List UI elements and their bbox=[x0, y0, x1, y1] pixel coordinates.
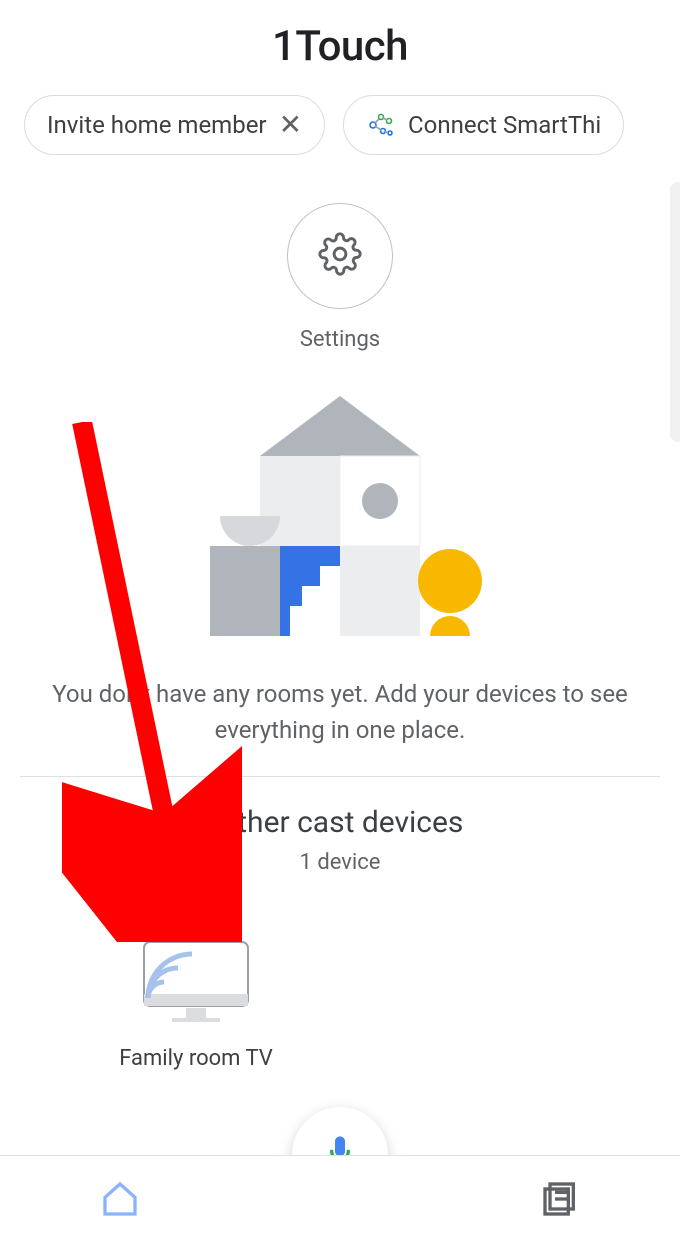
close-icon[interactable]: ✕ bbox=[279, 111, 302, 139]
chip-label: Invite home member bbox=[47, 111, 267, 139]
chip-label: Connect SmartThi bbox=[408, 111, 601, 139]
page-title: 1Touch bbox=[0, 0, 680, 91]
device-name: Family room TV bbox=[96, 1046, 296, 1071]
chip-connect-smartthings[interactable]: Connect SmartThi bbox=[343, 95, 624, 155]
cast-device-tile[interactable]: Family room TV bbox=[96, 938, 296, 1071]
nav-feed-icon[interactable] bbox=[540, 1179, 580, 1223]
nav-home-icon[interactable] bbox=[100, 1179, 140, 1223]
chip-invite-member[interactable]: Invite home member ✕ bbox=[24, 95, 325, 155]
settings-button[interactable] bbox=[287, 203, 393, 309]
cast-device-count: 1 device bbox=[0, 850, 680, 875]
divider bbox=[20, 776, 660, 777]
empty-state-illustration bbox=[0, 396, 680, 646]
cast-section-title: Other cast devices bbox=[0, 805, 680, 840]
gear-icon bbox=[318, 232, 362, 280]
settings-label: Settings bbox=[300, 327, 380, 352]
suggestion-chips: Invite home member ✕ Connect SmartThi bbox=[0, 91, 680, 155]
graph-icon bbox=[366, 110, 396, 140]
empty-state-message: You don't have any rooms yet. Add your d… bbox=[0, 676, 680, 748]
bottom-nav bbox=[0, 1155, 680, 1245]
tv-cast-icon bbox=[136, 1013, 256, 1032]
